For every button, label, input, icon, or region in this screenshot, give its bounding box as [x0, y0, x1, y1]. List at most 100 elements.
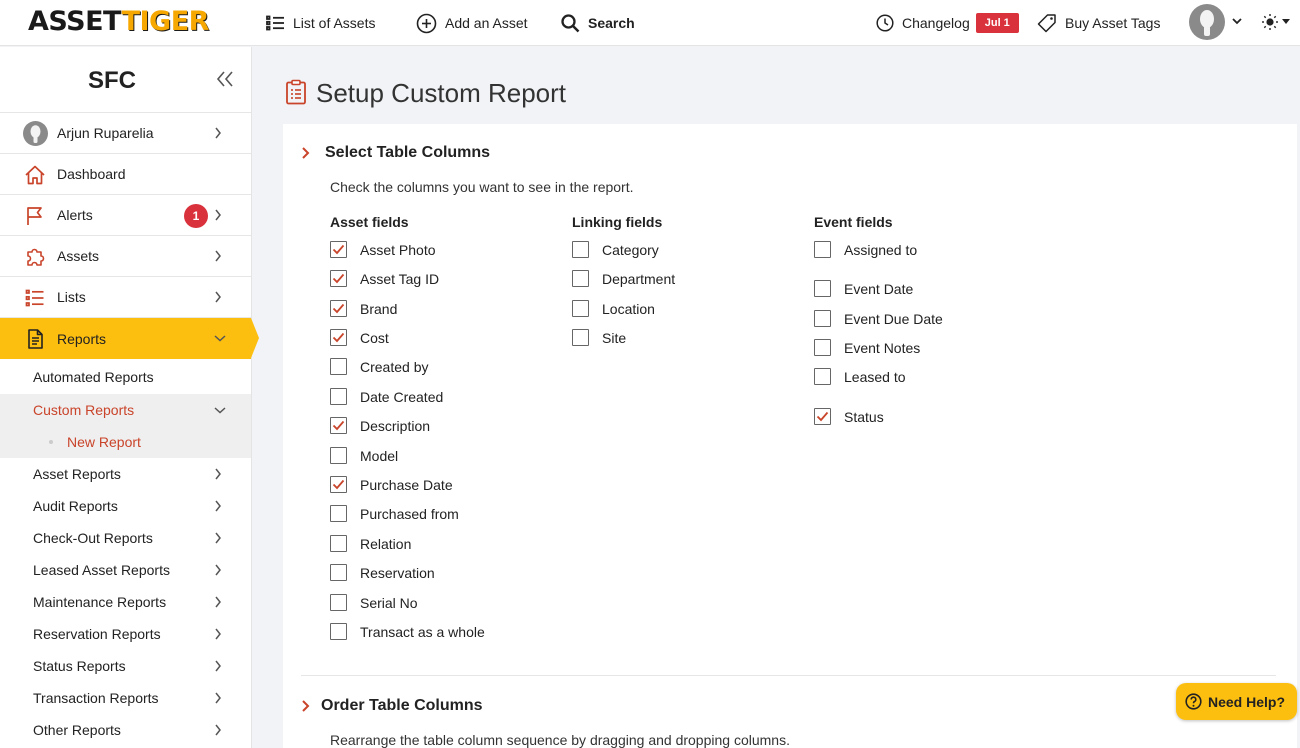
checkbox[interactable] — [814, 408, 831, 425]
checkbox-date-created[interactable]: Date Created — [330, 388, 443, 405]
home-icon — [25, 165, 45, 185]
sidebar-item-label: Arjun Ruparelia — [57, 125, 154, 141]
sun-icon[interactable] — [1261, 13, 1279, 31]
checkbox[interactable] — [572, 329, 589, 346]
checkbox[interactable] — [572, 241, 589, 258]
search-icon — [561, 13, 580, 32]
sidebar-sub-leased-asset-reports[interactable]: Leased Asset Reports — [0, 554, 251, 586]
sidebar-sub-audit-reports[interactable]: Audit Reports — [0, 490, 251, 522]
changelog-date-badge: Jul 1 — [975, 13, 1019, 33]
section-select-table-columns[interactable]: Select Table Columns — [325, 144, 490, 162]
checkbox-relation[interactable]: Relation — [330, 535, 411, 552]
checkbox-serial-no[interactable]: Serial No — [330, 594, 418, 611]
checkbox-site[interactable]: Site — [572, 329, 626, 346]
sidebar-item-reports[interactable]: Reports — [0, 318, 259, 359]
checkbox-status[interactable]: Status — [814, 408, 884, 425]
checkbox-asset-tag-id[interactable]: Asset Tag ID — [330, 270, 439, 287]
nav-search[interactable]: Search — [561, 0, 635, 46]
chevron-down-icon[interactable] — [1231, 15, 1243, 27]
checkbox-label: Asset Tag ID — [360, 270, 440, 287]
checkbox-asset-photo[interactable]: Asset Photo — [330, 241, 436, 258]
checkbox[interactable] — [330, 476, 347, 493]
checkbox-label: Department — [602, 270, 676, 287]
checkbox-category[interactable]: Category — [572, 241, 659, 258]
checkbox-label: Date Created — [360, 388, 444, 405]
section-hint: Check the columns you want to see in the… — [330, 179, 634, 195]
nav-changelog[interactable]: Changelog Jul 1 — [876, 0, 1019, 46]
nav-add-an-asset[interactable]: Add an Asset — [416, 0, 528, 46]
checkbox[interactable] — [572, 270, 589, 287]
sidebar-sub-asset-reports[interactable]: Asset Reports — [0, 458, 251, 490]
sidebar-sub-new-report[interactable]: New Report — [0, 426, 251, 458]
asset-tiger-logo[interactable]: ASSETTIGER — [28, 5, 209, 39]
chevron-right-icon[interactable] — [301, 146, 311, 160]
checkbox[interactable] — [330, 358, 347, 375]
sidebar-sub-transaction-reports[interactable]: Transaction Reports — [0, 682, 251, 714]
user-avatar[interactable] — [1189, 4, 1225, 40]
checkbox-reservation[interactable]: Reservation — [330, 564, 435, 581]
sidebar-sub-automated-reports[interactable]: Automated Reports — [0, 361, 251, 393]
tag-icon — [1037, 14, 1056, 33]
sidebar-sub-status-reports[interactable]: Status Reports — [0, 650, 251, 682]
sidebar-item-alerts[interactable]: Alerts 1 — [0, 195, 251, 236]
checkbox-event-notes[interactable]: Event Notes — [814, 339, 920, 356]
checkbox[interactable] — [330, 564, 347, 581]
nav-buy-asset-tags[interactable]: Buy Asset Tags — [1037, 0, 1160, 46]
sidebar-item-dashboard[interactable]: Dashboard — [0, 154, 251, 195]
nav-list-of-assets[interactable]: List of Assets — [266, 0, 375, 46]
checkbox-created-by[interactable]: Created by — [330, 358, 428, 375]
checkbox[interactable] — [330, 417, 347, 434]
sidebar-sub-other-reports[interactable]: Other Reports — [0, 714, 251, 746]
checkbox-label: Relation — [360, 535, 412, 552]
need-help-button[interactable]: Need Help? — [1176, 683, 1297, 720]
checkbox-leased-to[interactable]: Leased to — [814, 368, 906, 385]
checkbox[interactable] — [330, 505, 347, 522]
sidebar-item-assets[interactable]: Assets — [0, 236, 251, 277]
checkbox[interactable] — [814, 310, 831, 327]
sidebar-sub-check-out-reports[interactable]: Check-Out Reports — [0, 522, 251, 554]
sidebar-item-label: Dashboard — [57, 166, 126, 182]
checkbox[interactable] — [330, 300, 347, 317]
checkbox-label: Purchased from — [360, 505, 459, 522]
theme-caret-icon[interactable] — [1282, 19, 1290, 25]
checkbox[interactable] — [330, 447, 347, 464]
chevron-right-icon[interactable] — [301, 699, 311, 713]
checkbox[interactable] — [330, 594, 347, 611]
page-title: Setup Custom Report — [316, 78, 567, 108]
checkbox-assigned-to[interactable]: Assigned to — [814, 241, 917, 258]
checkbox[interactable] — [330, 270, 347, 287]
checkbox[interactable] — [814, 368, 831, 385]
checkbox-cost[interactable]: Cost — [330, 329, 389, 346]
checkbox-event-date[interactable]: Event Date — [814, 280, 913, 297]
checkbox-purchase-date[interactable]: Purchase Date — [330, 476, 453, 493]
checkbox[interactable] — [330, 388, 347, 405]
checkbox-department[interactable]: Department — [572, 270, 675, 287]
checkbox-event-due-date[interactable]: Event Due Date — [814, 310, 943, 327]
sidebar-sub-maintenance-reports[interactable]: Maintenance Reports — [0, 586, 251, 618]
sidebar-company-title: SFC — [88, 67, 136, 94]
checkbox-description[interactable]: Description — [330, 417, 430, 434]
checkbox[interactable] — [572, 300, 589, 317]
collapse-sidebar-icon[interactable] — [216, 71, 234, 87]
checkbox[interactable] — [330, 535, 347, 552]
chevron-right-icon — [215, 532, 221, 544]
checkbox[interactable] — [330, 623, 347, 640]
sidebar-sub-custom-reports[interactable]: Custom Reports — [0, 394, 251, 426]
checkbox[interactable] — [814, 241, 831, 258]
clipboard-icon — [286, 79, 306, 105]
sidebar-item-label: Alerts — [57, 207, 93, 223]
checkbox-model[interactable]: Model — [330, 447, 398, 464]
sidebar-item-lists[interactable]: Lists — [0, 277, 251, 318]
checkbox-purchased-from[interactable]: Purchased from — [330, 505, 459, 522]
checkbox-location[interactable]: Location — [572, 300, 655, 317]
section-order-table-columns[interactable]: Order Table Columns — [321, 697, 483, 715]
sidebar-item-user[interactable]: Arjun Ruparelia — [0, 113, 251, 154]
checkbox-brand[interactable]: Brand — [330, 300, 397, 317]
checkbox-transact-as-a-whole[interactable]: Transact as a whole — [330, 623, 485, 640]
sidebar-sub-reservation-reports[interactable]: Reservation Reports — [0, 618, 251, 650]
checkbox[interactable] — [330, 241, 347, 258]
checkbox[interactable] — [814, 339, 831, 356]
checkbox[interactable] — [814, 280, 831, 297]
sidebar-sub-label: Other Reports — [33, 722, 121, 738]
checkbox[interactable] — [330, 329, 347, 346]
